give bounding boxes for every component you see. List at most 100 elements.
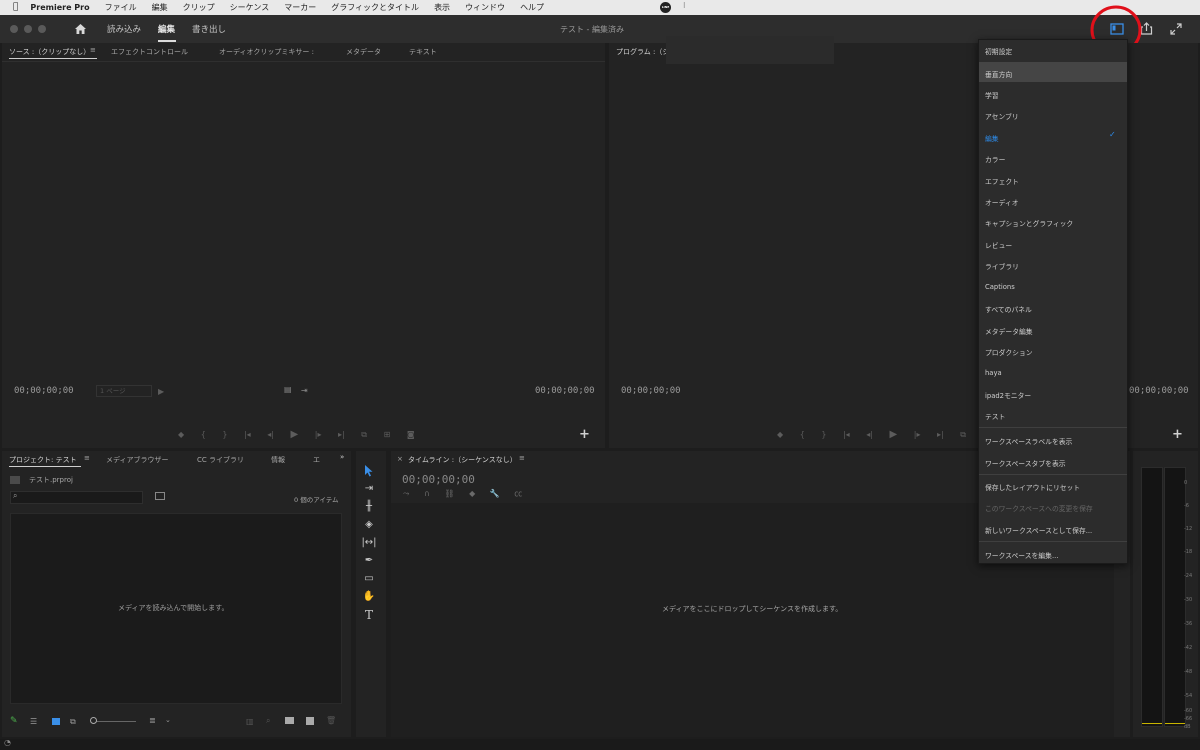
type-tool-icon[interactable]: T: [361, 608, 377, 622]
prog-go-to-in-icon[interactable]: |◂: [843, 430, 850, 439]
workspace-item-learning[interactable]: 学習: [985, 90, 999, 100]
mark-out-icon[interactable]: }: [222, 430, 227, 439]
tab-effect-controls[interactable]: エフェクトコントロール: [111, 47, 188, 57]
prog-step-back-icon[interactable]: ◂|: [866, 430, 873, 439]
menu-file[interactable]: ファイル: [105, 0, 137, 15]
step-back-icon[interactable]: ◂|: [267, 430, 274, 439]
prog-play-icon[interactable]: ▶: [890, 429, 898, 440]
ripple-edit-tool-icon[interactable]: ╫: [361, 500, 377, 514]
workspace-item-test[interactable]: テスト: [985, 411, 1005, 421]
more-tabs-icon[interactable]: »: [340, 453, 344, 461]
hand-tool-icon[interactable]: ✋: [361, 590, 377, 604]
razor-tool-icon[interactable]: ◈: [361, 518, 377, 532]
tab-source[interactable]: ソース :（クリップなし）: [9, 47, 90, 57]
menu-marker[interactable]: マーカー: [284, 0, 316, 15]
play-icon[interactable]: ▶: [291, 429, 299, 440]
new-search-bin-icon[interactable]: [155, 492, 165, 500]
program-timecode-current[interactable]: 00;00;00;00: [621, 386, 681, 396]
tab-source-menu-icon[interactable]: ≡: [90, 46, 96, 54]
menu-app-name[interactable]: Premiere Pro: [30, 0, 89, 15]
freeform-view-icon[interactable]: ⧉: [70, 717, 76, 727]
timeline-timecode[interactable]: 00;00;00;00: [402, 473, 475, 486]
tab-cc-libraries[interactable]: CC ライブラリ: [197, 455, 244, 465]
workspace-item-metadata-logging[interactable]: メタデータ編集: [985, 326, 1033, 336]
tab-program[interactable]: プログラム :（シ: [616, 47, 669, 57]
slip-tool-icon[interactable]: |↔|: [361, 536, 377, 550]
program-add-button[interactable]: +: [1172, 427, 1183, 442]
workspace-item-vertical[interactable]: 垂直方向: [985, 69, 1012, 79]
save-as-new-workspace-item[interactable]: 新しいワークスペースとして保存...: [985, 525, 1092, 535]
source-settings-icon[interactable]: ▤: [284, 385, 292, 394]
status-icon[interactable]: ◔: [4, 738, 11, 747]
timeline-marker-icon[interactable]: ◆: [469, 489, 475, 498]
fullscreen-icon[interactable]: [1170, 23, 1182, 35]
workspace-item-captions[interactable]: Captions: [985, 283, 1015, 291]
track-select-tool-icon[interactable]: ⇥: [361, 482, 377, 496]
go-to-in-icon[interactable]: |◂: [244, 430, 251, 439]
captions-icon[interactable]: ㏄: [514, 489, 522, 498]
tab-timeline[interactable]: タイムライン :（シーケンスなし）: [408, 455, 517, 465]
home-icon[interactable]: [74, 23, 87, 35]
workspace-item-audio[interactable]: オーディオ: [985, 197, 1019, 207]
nav-edit[interactable]: 編集: [158, 23, 175, 35]
go-to-out-icon[interactable]: ▸|: [338, 430, 345, 439]
workspace-item-assembly[interactable]: アセンブリ: [985, 111, 1019, 121]
find-icon[interactable]: ⌕: [266, 716, 270, 726]
nav-import[interactable]: 読み込み: [107, 23, 141, 35]
prog-step-forward-icon[interactable]: |▸: [914, 430, 921, 439]
new-bin-icon[interactable]: [285, 717, 294, 724]
play-marker-icon[interactable]: ▶: [158, 387, 164, 396]
close-timeline-icon[interactable]: ×: [397, 455, 403, 463]
sort-icon[interactable]: ≣: [149, 716, 156, 725]
project-search-input[interactable]: [10, 491, 143, 504]
prog-lift-icon[interactable]: ⧉: [960, 430, 966, 439]
wrench-icon[interactable]: 🔧: [490, 489, 500, 498]
tab-text[interactable]: テキスト: [409, 47, 437, 57]
rectangle-tool-icon[interactable]: ▭: [361, 572, 377, 586]
menu-sequence[interactable]: シーケンス: [230, 0, 270, 15]
tab-metadata[interactable]: メタデータ: [346, 47, 381, 57]
step-forward-icon[interactable]: |▸: [315, 430, 322, 439]
tab-media-browser[interactable]: メディアブラウザー: [106, 455, 169, 465]
prog-mark-in-icon[interactable]: {: [800, 430, 805, 439]
selection-tool-icon[interactable]: [364, 464, 374, 477]
menu-view[interactable]: 表示: [434, 0, 450, 15]
show-workspace-labels-option[interactable]: ワークスペースラベルを表示: [985, 436, 1072, 446]
list-view-icon[interactable]: ☰: [30, 717, 37, 726]
icon-view-icon[interactable]: [52, 718, 60, 725]
minimize-window-button[interactable]: [24, 25, 32, 33]
tab-timeline-menu-icon[interactable]: ≡: [519, 454, 525, 462]
workspace-item-effects[interactable]: エフェクト: [985, 176, 1019, 186]
edit-workspaces-item[interactable]: ワークスペースを編集...: [985, 550, 1058, 560]
workspace-item-default[interactable]: 初期設定: [985, 46, 1012, 56]
close-window-button[interactable]: [10, 25, 18, 33]
overwrite-icon[interactable]: ⊞: [384, 430, 391, 439]
source-page-select[interactable]: 1 ページ: [96, 385, 152, 397]
mark-in-icon[interactable]: {: [201, 430, 206, 439]
tab-project[interactable]: プロジェクト: テスト: [9, 455, 77, 465]
menu-help[interactable]: ヘルプ: [520, 0, 544, 15]
export-frame-icon[interactable]: ◙: [407, 430, 415, 439]
prog-add-marker-icon[interactable]: ◆: [777, 430, 783, 439]
menu-window[interactable]: ウィンドウ: [465, 0, 505, 15]
zoom-slider[interactable]: [92, 721, 136, 722]
add-marker-icon[interactable]: ◆: [178, 430, 184, 439]
workspace-item-captions-graphics[interactable]: キャプションとグラフィック: [985, 218, 1073, 228]
source-add-button[interactable]: +: [579, 427, 590, 442]
menu-graphics[interactable]: グラフィックとタイトル: [331, 0, 419, 15]
nest-icon[interactable]: ⤳: [403, 489, 409, 498]
tab-audio-clip-mixer[interactable]: オーディオクリップミキサー :: [219, 47, 314, 57]
menu-clip[interactable]: クリップ: [183, 0, 215, 15]
tab-effects[interactable]: エ: [313, 455, 320, 465]
nav-export[interactable]: 書き出し: [192, 23, 226, 35]
apple-icon[interactable]: : [13, 0, 18, 15]
trash-icon[interactable]: 🗑: [326, 716, 336, 725]
pencil-icon[interactable]: ✎: [10, 716, 18, 726]
linked-selection-icon[interactable]: ⛓: [444, 489, 454, 498]
workspace-item-color[interactable]: カラー: [985, 154, 1005, 164]
new-item-icon[interactable]: [306, 717, 314, 725]
reset-to-saved-layout-item[interactable]: 保存したレイアウトにリセット: [985, 482, 1080, 492]
zoom-window-button[interactable]: [38, 25, 46, 33]
automate-icon[interactable]: ▥: [246, 717, 254, 726]
show-workspace-tabs-option[interactable]: ワークスペースタブを表示: [985, 458, 1066, 468]
